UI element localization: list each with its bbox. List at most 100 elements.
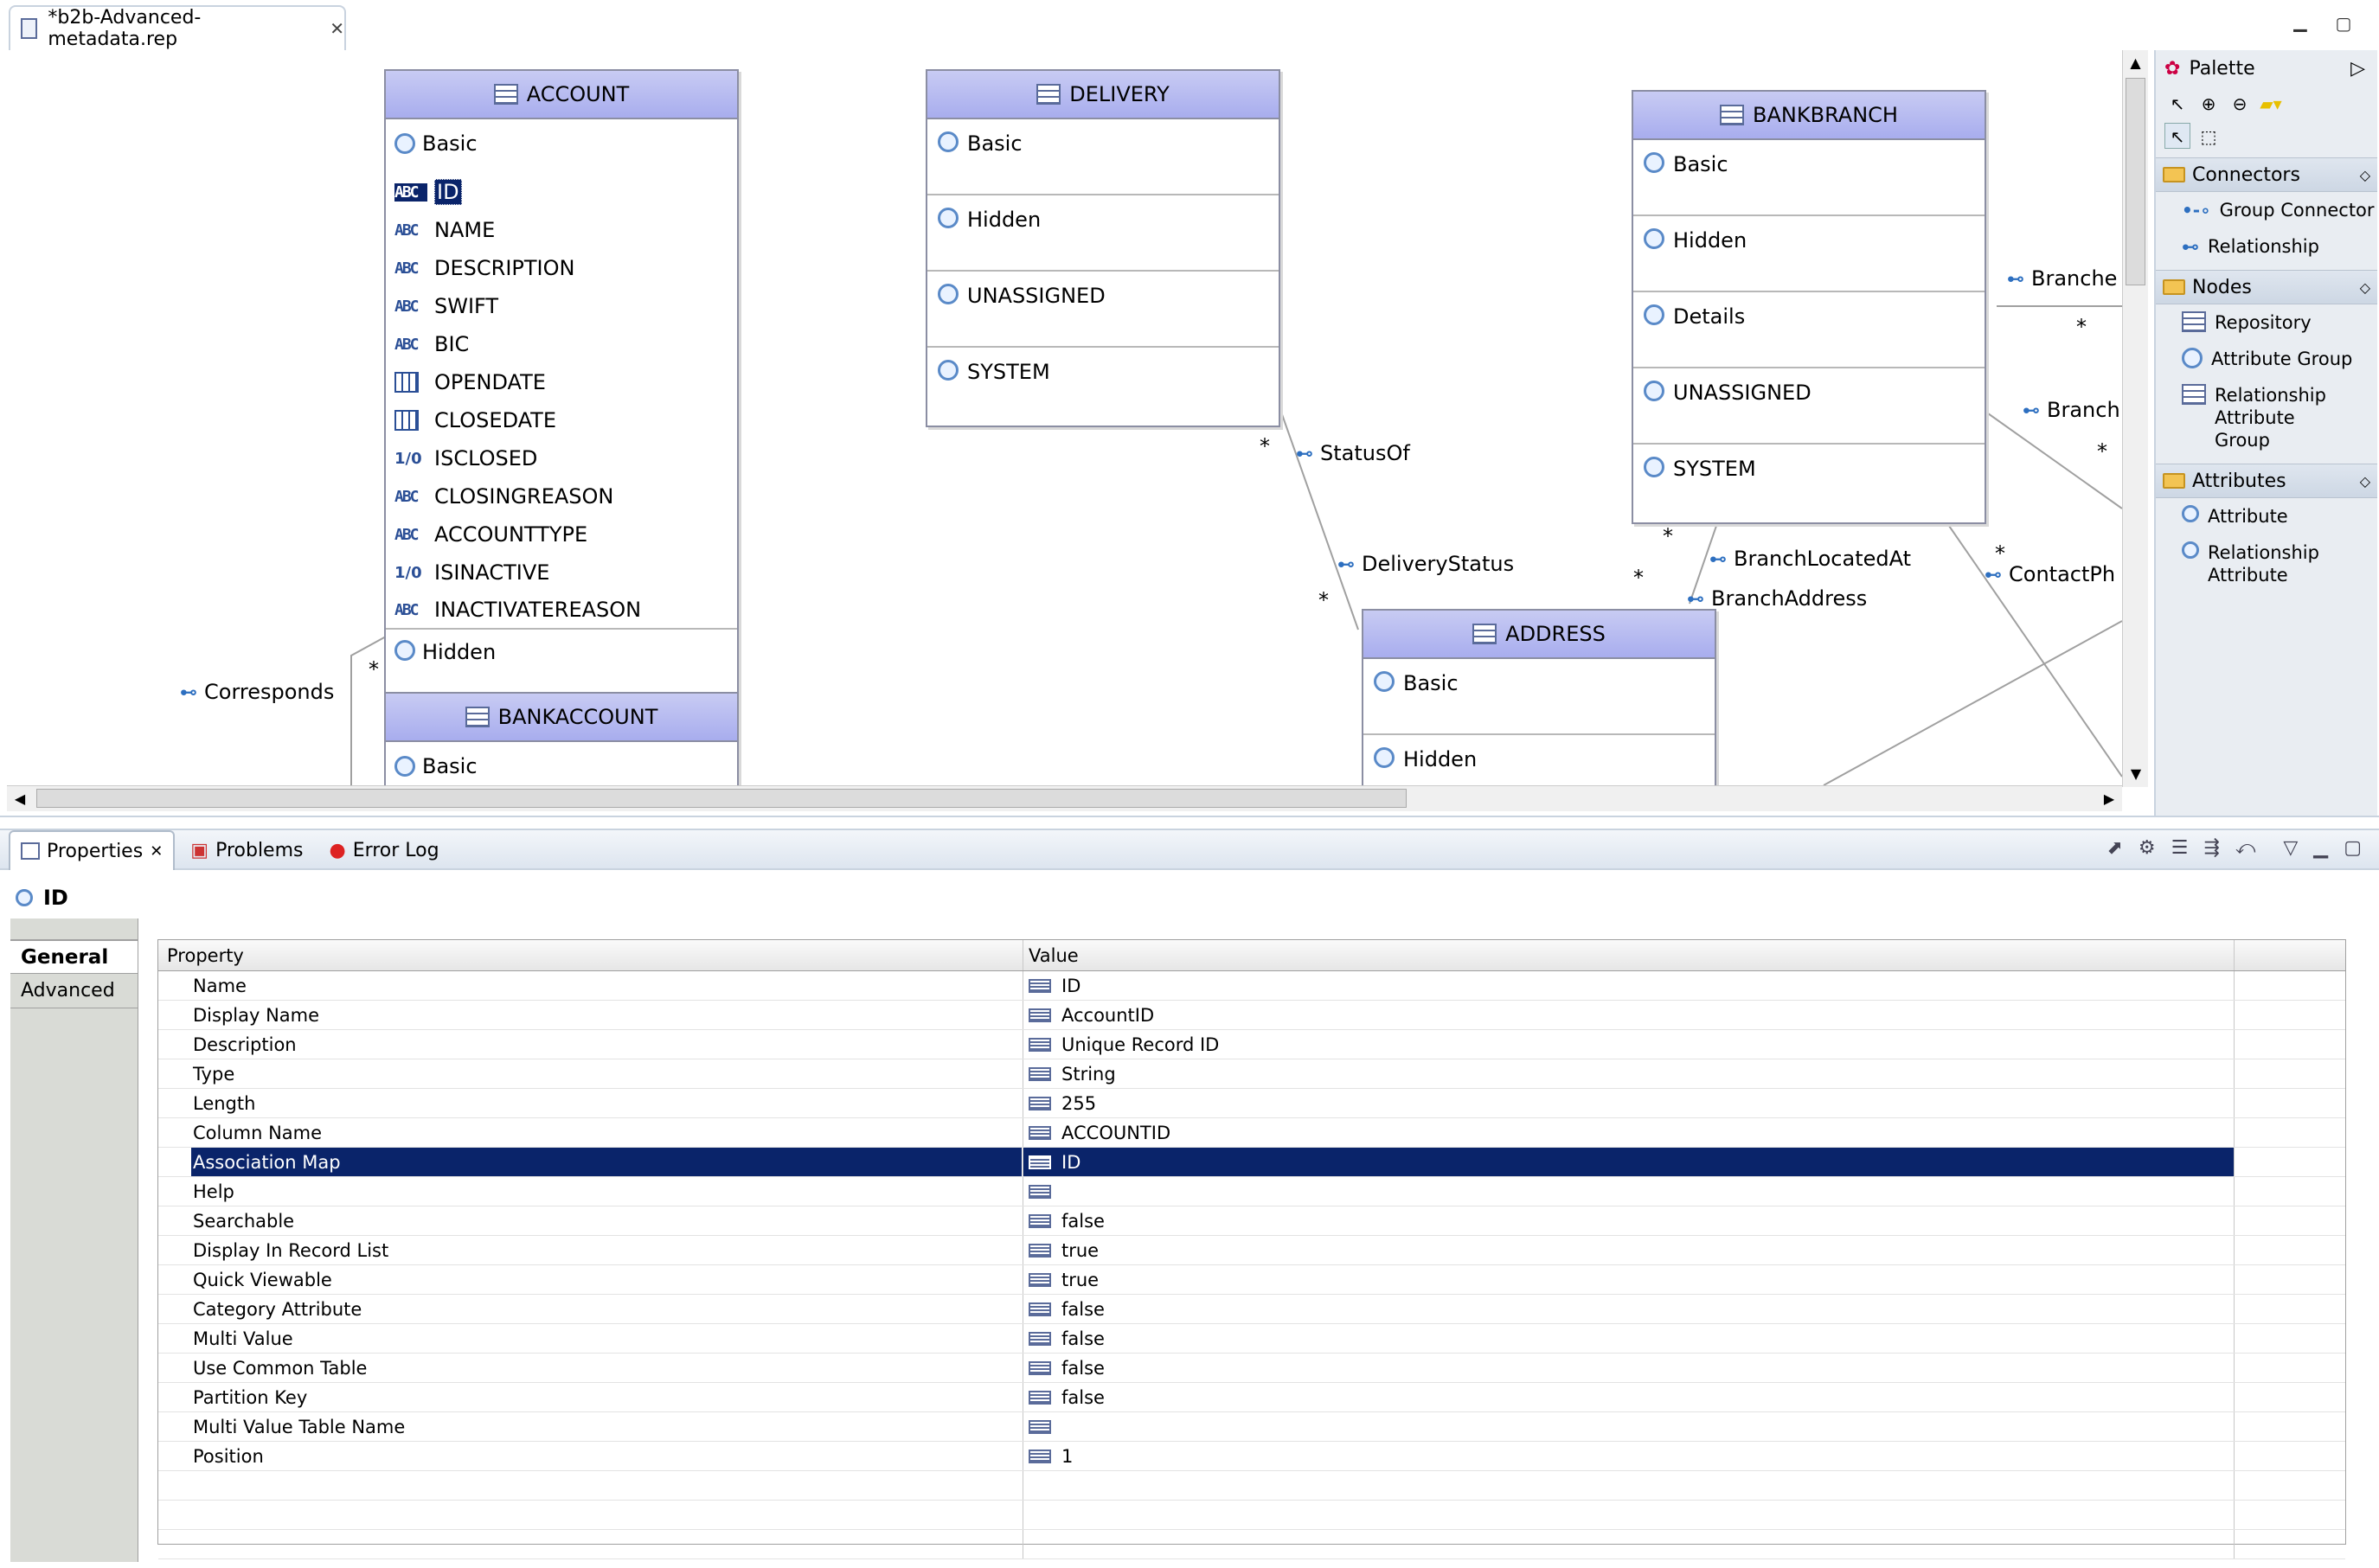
tab-properties[interactable]: Properties ✕ [9, 830, 176, 870]
minimize-icon[interactable]: ▁ [2313, 837, 2328, 859]
group-system[interactable]: SYSTEM [1633, 445, 1985, 521]
group-basic[interactable]: Basic [927, 119, 1279, 195]
property-value[interactable]: false [1061, 1358, 1105, 1379]
pin-icon[interactable]: ⬈ [2106, 837, 2122, 859]
scroll-down-icon[interactable]: ▼ [2123, 761, 2149, 787]
table-row[interactable]: Use Common Table false [158, 1354, 2345, 1383]
table-row[interactable]: Quick Viewable true [158, 1265, 2345, 1295]
attribute-row[interactable]: ABC SWIFT [386, 287, 737, 325]
property-value[interactable]: false [1061, 1387, 1105, 1408]
attribute-row[interactable]: 1/0 ISCLOSED [386, 439, 737, 477]
table-row[interactable]: Category Attribute false [158, 1295, 2345, 1324]
attribute-row[interactable]: OPENDATE [386, 363, 737, 401]
column-header-property[interactable]: Property [158, 940, 1023, 970]
note-icon[interactable]: ▰▾ [2258, 90, 2284, 116]
palette-item-group-connector[interactable]: •-∘ Group Connector [2156, 192, 2377, 228]
horizontal-scrollbar[interactable]: ◀ ▶ [7, 785, 2122, 811]
group-basic[interactable]: Basic [1633, 140, 1985, 216]
group-hidden[interactable]: Hidden [1633, 216, 1985, 292]
attribute-row[interactable]: ABC ACCOUNTTYPE [386, 515, 737, 554]
group-unassigned[interactable]: UNASSIGNED [927, 272, 1279, 348]
connector-branchlocatedat[interactable]: ⊷ BranchLocatedAt [1709, 547, 1911, 571]
select-icon[interactable]: ↖ [2164, 90, 2190, 116]
attribute-row[interactable]: CLOSEDATE [386, 401, 737, 439]
group-hidden[interactable]: Hidden [386, 630, 737, 695]
diagram-canvas[interactable]: ACCOUNT Basic ABC ID ABC NAME ABC DESCRIPT… [7, 50, 2122, 785]
entity-delivery[interactable]: DELIVERY Basic Hidden UNASSIGNED SYSTEM [926, 69, 1280, 427]
property-value[interactable]: true [1061, 1270, 1099, 1290]
attribute-row[interactable]: ABC NAME [386, 211, 737, 249]
show-advanced-icon[interactable]: ☰ [2171, 837, 2189, 859]
table-row[interactable]: Column Name ACCOUNTID [158, 1118, 2345, 1148]
pointer-icon[interactable]: ↖ [2164, 123, 2190, 149]
palette-item-relationship-attribute[interactable]: Relationship Attribute [2156, 534, 2377, 593]
editor-tab[interactable]: *b2b-Advanced-metadata.rep ✕ [9, 5, 346, 50]
property-value[interactable]: ID [1061, 976, 1080, 996]
view-menu-icon[interactable]: ▽ [2283, 837, 2298, 859]
maximize-icon[interactable]: ▢ [2332, 12, 2355, 35]
palette-item-repository[interactable]: Repository [2156, 304, 2377, 341]
marquee-icon[interactable]: ⬚ [2196, 123, 2222, 149]
group-system[interactable]: SYSTEM [927, 348, 1279, 424]
close-icon[interactable]: ✕ [150, 842, 163, 861]
side-tab-advanced[interactable]: Advanced [10, 974, 138, 1008]
table-row[interactable]: Help [158, 1177, 2345, 1206]
group-hidden[interactable]: Hidden [1363, 735, 1715, 785]
attribute-row[interactable]: ABC DESCRIPTION [386, 249, 737, 287]
table-row[interactable]: Length 255 [158, 1089, 2345, 1118]
scroll-thumb[interactable] [2126, 78, 2145, 285]
show-categories-icon[interactable]: ⚙ [2139, 837, 2156, 859]
property-value[interactable]: String [1061, 1064, 1116, 1085]
entity-bankbranch[interactable]: BANKBRANCH Basic Hidden Details UNASSIGN… [1632, 90, 1986, 524]
side-tab-general[interactable]: General [10, 939, 138, 974]
table-row[interactable]: Name ID [158, 971, 2345, 1001]
attribute-row[interactable]: ABC BIC [386, 325, 737, 363]
group-unassigned[interactable]: UNASSIGNED [1633, 368, 1985, 445]
property-value[interactable]: ACCOUNTID [1061, 1123, 1170, 1143]
column-header-value[interactable]: Value [1023, 940, 2235, 970]
property-value[interactable]: false [1061, 1299, 1105, 1320]
property-value[interactable]: Unique Record ID [1061, 1034, 1219, 1055]
collapse-icon[interactable]: ◇ [2360, 167, 2370, 183]
collapse-icon[interactable]: ◇ [2360, 473, 2370, 490]
table-row[interactable]: Display Name AccountID [158, 1001, 2345, 1030]
scroll-thumb[interactable] [36, 789, 1407, 808]
palette-section-connectors[interactable]: Connectors ◇ [2156, 157, 2377, 192]
scroll-up-icon[interactable]: ▲ [2123, 50, 2148, 76]
property-value[interactable]: AccountID [1061, 1005, 1154, 1026]
table-row-selected[interactable]: Association Map ID [158, 1148, 2345, 1177]
scroll-left-icon[interactable]: ◀ [7, 786, 33, 812]
table-row[interactable]: Position 1 [158, 1442, 2345, 1471]
palette-item-relationship[interactable]: ⊷ Relationship [2156, 228, 2377, 265]
property-value[interactable]: true [1061, 1240, 1099, 1261]
filter-icon[interactable]: ⇶ [2203, 837, 2219, 859]
zoom-in-icon[interactable]: ⊕ [2196, 90, 2222, 116]
entity-address[interactable]: ADDRESS Basic Hidden [1362, 609, 1716, 785]
table-row[interactable]: Partition Key false [158, 1383, 2345, 1412]
table-row[interactable]: Display In Record List true [158, 1236, 2345, 1265]
entity-bankaccount[interactable]: BANKACCOUNT Basic [384, 692, 739, 785]
palette-item-attribute-group[interactable]: Attribute Group [2156, 341, 2377, 377]
group-basic[interactable]: Basic [1363, 659, 1715, 735]
palette-section-nodes[interactable]: Nodes ◇ [2156, 270, 2377, 304]
vertical-scrollbar[interactable]: ▲ ▼ [2122, 50, 2148, 787]
collapse-icon[interactable]: ◇ [2360, 279, 2370, 296]
scroll-right-icon[interactable]: ▶ [2096, 786, 2122, 812]
table-row[interactable]: Type String [158, 1059, 2345, 1089]
entity-account[interactable]: ACCOUNT Basic ABC ID ABC NAME ABC DESCRIPT… [384, 69, 739, 785]
connector-statusof[interactable]: ⊷ StatusOf [1296, 441, 1410, 465]
connector-branchaddress[interactable]: ⊷ BranchAddress [1687, 586, 1867, 611]
zoom-out-icon[interactable]: ⊖ [2227, 90, 2253, 116]
connector-branch[interactable]: ⊷ Branch [2023, 398, 2120, 422]
minimize-icon[interactable]: ▁ [2289, 10, 2312, 33]
connector-branche[interactable]: ⊷ Branche [2007, 266, 2117, 291]
table-row[interactable]: Searchable false [158, 1206, 2345, 1236]
close-icon[interactable]: ✕ [330, 18, 344, 39]
connector-deliverystatus[interactable]: ⊷ DeliveryStatus [1337, 552, 1514, 576]
tab-problems[interactable]: ▣ Problems [180, 830, 313, 870]
attribute-row[interactable]: ABC ID [386, 173, 737, 211]
property-value[interactable]: 255 [1061, 1093, 1096, 1114]
attribute-row[interactable]: ABC CLOSINGREASON [386, 477, 737, 515]
attribute-row[interactable]: ABC INACTIVATEREASON [386, 592, 737, 630]
connector-corresponds[interactable]: ⊷ Corresponds [180, 680, 334, 704]
